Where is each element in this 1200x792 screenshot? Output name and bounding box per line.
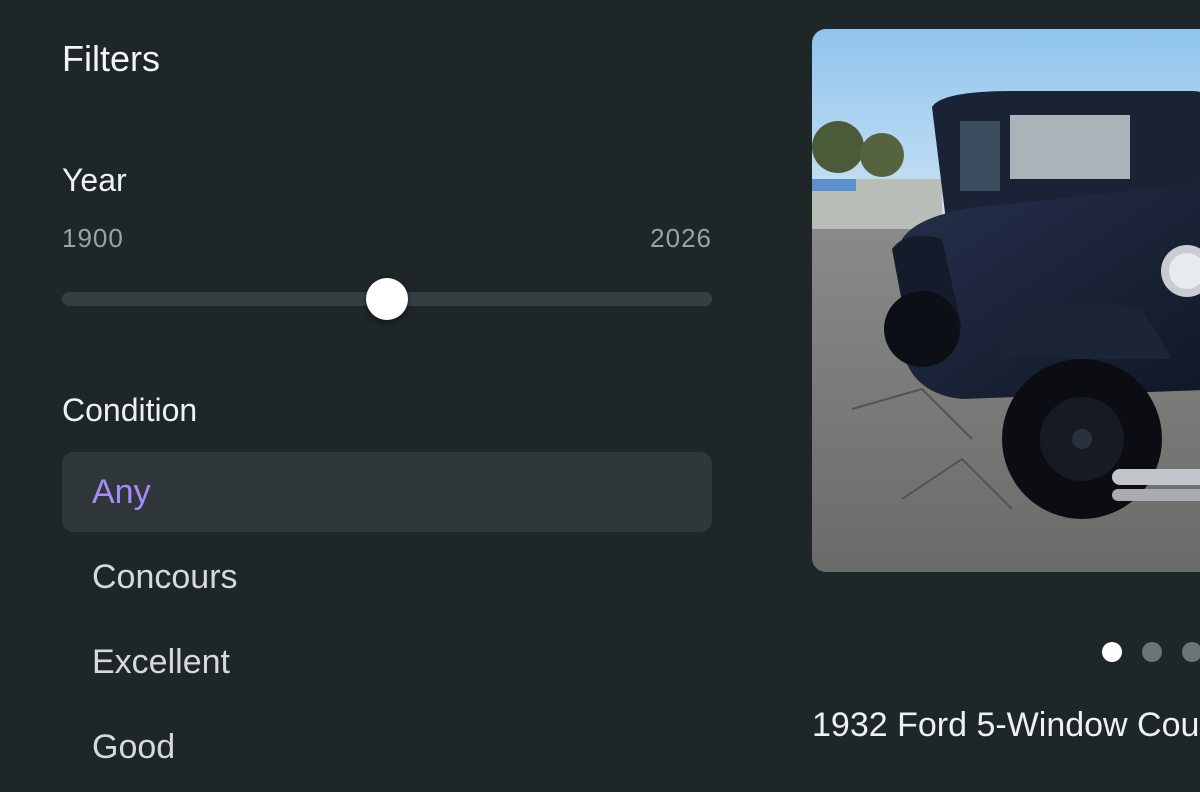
year-max-label: 2026 bbox=[650, 223, 712, 253]
listing-photo[interactable] bbox=[812, 29, 1200, 572]
condition-option-good[interactable]: Good bbox=[62, 707, 712, 787]
condition-option-any[interactable]: Any bbox=[62, 452, 712, 532]
filters-title: Filters bbox=[62, 38, 160, 79]
listing-title: 1932 Ford 5-Window Coupe bbox=[812, 706, 1200, 744]
vintage-car-photo bbox=[812, 29, 1200, 572]
filters-panel: Filters Year 1900 2026 Condition Any Con… bbox=[62, 0, 712, 766]
condition-option-excellent[interactable]: Excellent bbox=[62, 622, 712, 702]
condition-option-concours[interactable]: Concours bbox=[62, 537, 712, 617]
year-label: Year bbox=[62, 162, 127, 198]
pager-dot[interactable] bbox=[1102, 642, 1122, 662]
year-slider-track[interactable] bbox=[62, 278, 712, 320]
year-min-label: 1900 bbox=[62, 223, 124, 253]
pager-dot[interactable] bbox=[1182, 642, 1200, 662]
condition-options: Any Concours Excellent Good bbox=[62, 452, 712, 792]
pager-dot[interactable] bbox=[1142, 642, 1162, 662]
photo-pager bbox=[1102, 642, 1200, 662]
condition-label: Condition bbox=[62, 392, 198, 428]
year-slider-thumb[interactable] bbox=[366, 278, 408, 320]
